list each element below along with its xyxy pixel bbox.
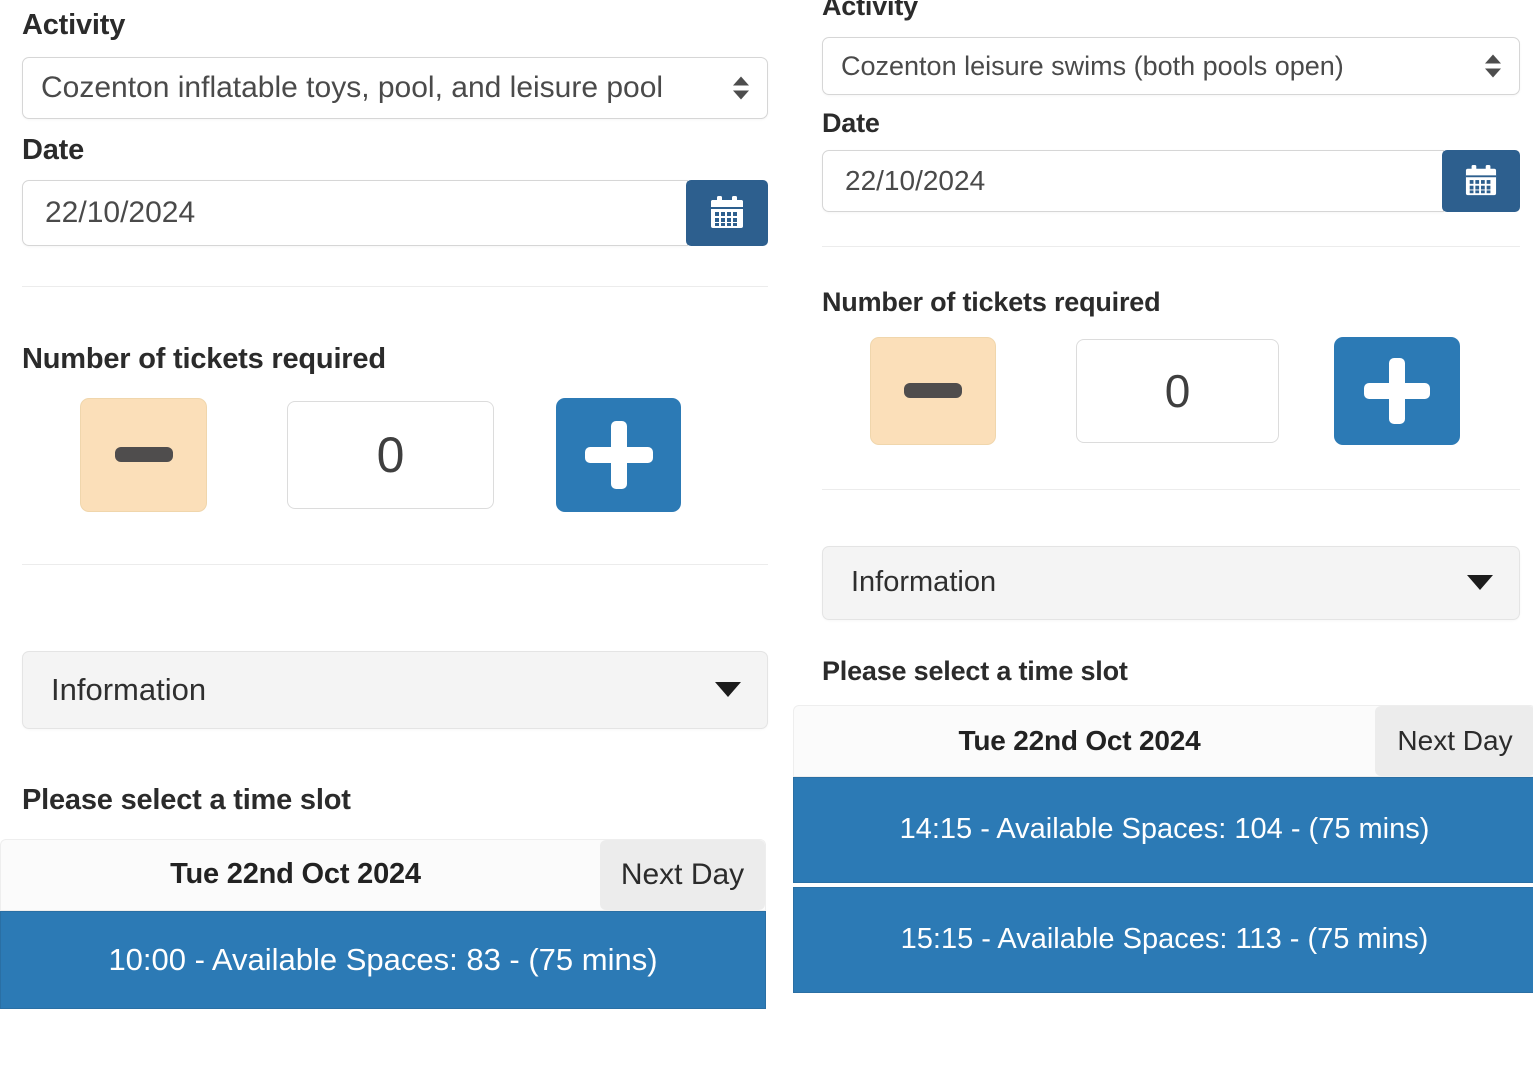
next-day-button-right[interactable]: Next Day	[1375, 705, 1533, 776]
ticket-stepper: 0	[22, 397, 768, 512]
timeslot-option[interactable]: 10:00 - Available Spaces: 83 - (75 mins)	[0, 910, 766, 1009]
chevron-up-down-icon-right	[1485, 54, 1501, 78]
timeslot-heading-right: Please select a time slot	[822, 655, 1128, 686]
plus-icon-vertical	[610, 420, 627, 489]
activity-label: Activity	[22, 9, 126, 41]
decrement-tickets-button-right[interactable]	[870, 336, 996, 445]
ticket-quantity-input-right[interactable]: 0	[1076, 338, 1279, 443]
activity-select-right[interactable]: Cozenton leisure swims (both pools open)	[822, 37, 1520, 96]
information-accordion[interactable]: Information	[22, 650, 768, 729]
timeslot-table-left: Tue 22nd Oct 2024 Next Day 10:00 - Avail…	[0, 838, 766, 1009]
timeslot-date-header: Tue 22nd Oct 2024	[170, 858, 421, 891]
booking-panel-left: Activity Cozenton inflatable toys, pool,…	[0, 0, 790, 1009]
activity-select[interactable]: Cozenton inflatable toys, pool, and leis…	[22, 57, 768, 120]
divider-after-date-right	[822, 245, 1520, 247]
information-accordion-right[interactable]: Information	[822, 545, 1520, 620]
information-accordion-label-right: Information	[851, 566, 997, 599]
timeslot-option-2[interactable]: 15:15 - Available Spaces: 113 - (75 mins…	[793, 886, 1533, 993]
activity-select-value: Cozenton inflatable toys, pool, and leis…	[41, 71, 664, 105]
minus-icon	[114, 447, 173, 463]
timeslot-date-header-right: Tue 22nd Oct 2024	[958, 724, 1201, 756]
minus-icon-right	[904, 383, 962, 399]
timeslot-header-row-right: Tue 22nd Oct 2024 Next Day	[793, 704, 1533, 777]
activity-label-right: Activity	[822, 0, 918, 21]
date-input[interactable]: 22/10/2024	[22, 179, 688, 246]
tickets-label-right: Number of tickets required	[822, 286, 1161, 317]
date-label: Date	[22, 134, 85, 167]
booking-panel-right: Activity Cozenton leisure swims (both po…	[793, 0, 1533, 993]
decrement-tickets-button[interactable]	[80, 397, 207, 512]
timeslot-heading: Please select a time slot	[22, 783, 351, 816]
timeslot-option-1[interactable]: 14:15 - Available Spaces: 104 - (75 mins…	[793, 776, 1533, 883]
ticket-stepper-right: 0	[822, 336, 1520, 445]
next-day-button[interactable]: Next Day	[600, 839, 765, 910]
activity-select-value-right: Cozenton leisure swims (both pools open)	[841, 50, 1344, 81]
information-accordion-label: Information	[51, 671, 207, 707]
timeslot-table-right: Tue 22nd Oct 2024 Next Day 14:15 - Avail…	[793, 704, 1533, 993]
chevron-down-icon	[715, 682, 741, 698]
calendar-picker-button[interactable]	[686, 179, 768, 246]
chevron-down-icon-right	[1467, 575, 1493, 591]
divider-after-tickets	[22, 563, 768, 565]
calendar-icon-right	[1465, 164, 1497, 195]
divider-after-date	[22, 285, 768, 287]
timeslot-header-row: Tue 22nd Oct 2024 Next Day	[0, 838, 766, 911]
plus-icon-vertical-right	[1389, 357, 1405, 424]
calendar-icon	[711, 195, 743, 228]
date-field-row: 22/10/2024	[22, 179, 768, 246]
ticket-quantity-input[interactable]: 0	[287, 400, 494, 509]
calendar-picker-button-right[interactable]	[1442, 149, 1520, 212]
increment-tickets-button[interactable]	[556, 397, 681, 512]
tickets-label: Number of tickets required	[22, 342, 386, 375]
panel-left-content: Activity Cozenton inflatable toys, pool,…	[0, 10, 790, 817]
date-label-right: Date	[822, 108, 880, 139]
divider-after-tickets-right	[822, 488, 1520, 490]
date-field-row-right: 22/10/2024	[822, 149, 1520, 212]
panel-right-content: Activity Cozenton leisure swims (both po…	[793, 0, 1533, 687]
date-input-right[interactable]: 22/10/2024	[822, 149, 1444, 212]
chevron-up-down-icon	[733, 76, 749, 100]
booking-screen: Activity Cozenton inflatable toys, pool,…	[0, 0, 1533, 1080]
increment-tickets-button-right[interactable]	[1334, 336, 1460, 445]
